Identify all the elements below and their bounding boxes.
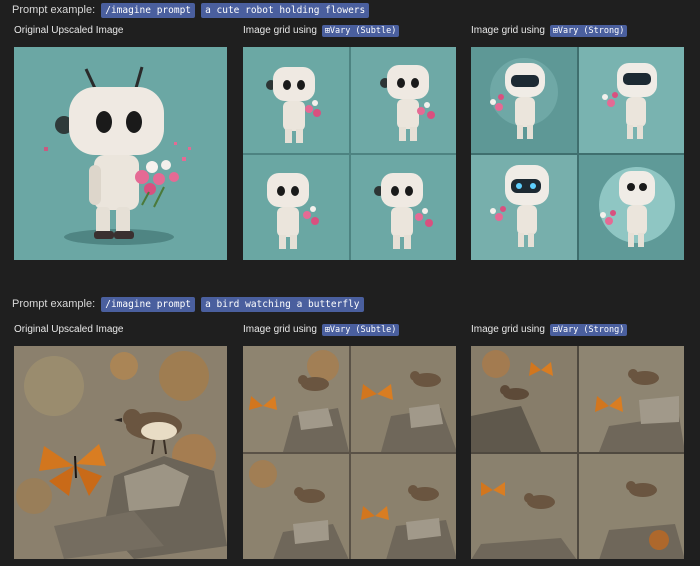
prompt-text: a bird watching a butterfly <box>201 297 364 312</box>
vary-strong-chip: ⊞Vary (Strong) <box>549 324 628 336</box>
prompt-prefix: Prompt example: <box>12 298 96 310</box>
bird-butterfly-illustration <box>14 346 227 559</box>
column-label-vary-strong: Image grid using ⊞Vary (Strong) <box>471 25 628 37</box>
prompt-prefix: Prompt example: <box>12 4 96 16</box>
prompt-command: /imagine prompt <box>101 297 196 312</box>
bird-vary-strong-grid[interactable] <box>471 346 684 559</box>
grid-cell[interactable] <box>350 346 456 452</box>
prompt-text: a cute robot holding flowers <box>201 3 370 18</box>
grid-cell[interactable] <box>243 346 349 452</box>
column-label-vary-strong: Image grid using ⊞Vary (Strong) <box>471 324 628 336</box>
robot-original-image[interactable] <box>14 47 227 260</box>
grid-cell[interactable] <box>243 453 349 559</box>
grid-cell[interactable] <box>350 47 456 153</box>
prompt-line-robot: Prompt example: /imagine prompt a cute r… <box>12 3 370 18</box>
grid-cell[interactable] <box>471 346 577 452</box>
grid-cell[interactable] <box>578 453 684 559</box>
vary-subtle-chip: ⊞Vary (Subtle) <box>321 25 400 37</box>
grid-cell[interactable] <box>243 154 349 260</box>
grid-cell[interactable] <box>471 154 577 260</box>
grid-cell[interactable] <box>578 346 684 452</box>
column-label-vary-subtle: Image grid using ⊞Vary (Subtle) <box>243 324 400 336</box>
grid-cell[interactable] <box>578 47 684 153</box>
column-label-original: Original Upscaled Image <box>14 324 124 335</box>
robot-vary-strong-grid[interactable] <box>471 47 684 260</box>
grid-cell[interactable] <box>471 453 577 559</box>
vary-strong-chip: ⊞Vary (Strong) <box>549 25 628 37</box>
grid-cell[interactable] <box>578 154 684 260</box>
column-label-original: Original Upscaled Image <box>14 25 124 36</box>
grid-cell[interactable] <box>471 47 577 153</box>
vary-subtle-chip: ⊞Vary (Subtle) <box>321 324 400 336</box>
prompt-line-bird: Prompt example: /imagine prompt a bird w… <box>12 297 364 312</box>
prompt-command: /imagine prompt <box>101 3 196 18</box>
grid-cell[interactable] <box>350 154 456 260</box>
bird-vary-subtle-grid[interactable] <box>243 346 456 559</box>
grid-cell[interactable] <box>243 47 349 153</box>
grid-cell[interactable] <box>350 453 456 559</box>
robot-illustration <box>44 66 191 245</box>
column-label-vary-subtle: Image grid using ⊞Vary (Subtle) <box>243 25 400 37</box>
bird-original-image[interactable] <box>14 346 227 559</box>
robot-vary-subtle-grid[interactable] <box>243 47 456 260</box>
